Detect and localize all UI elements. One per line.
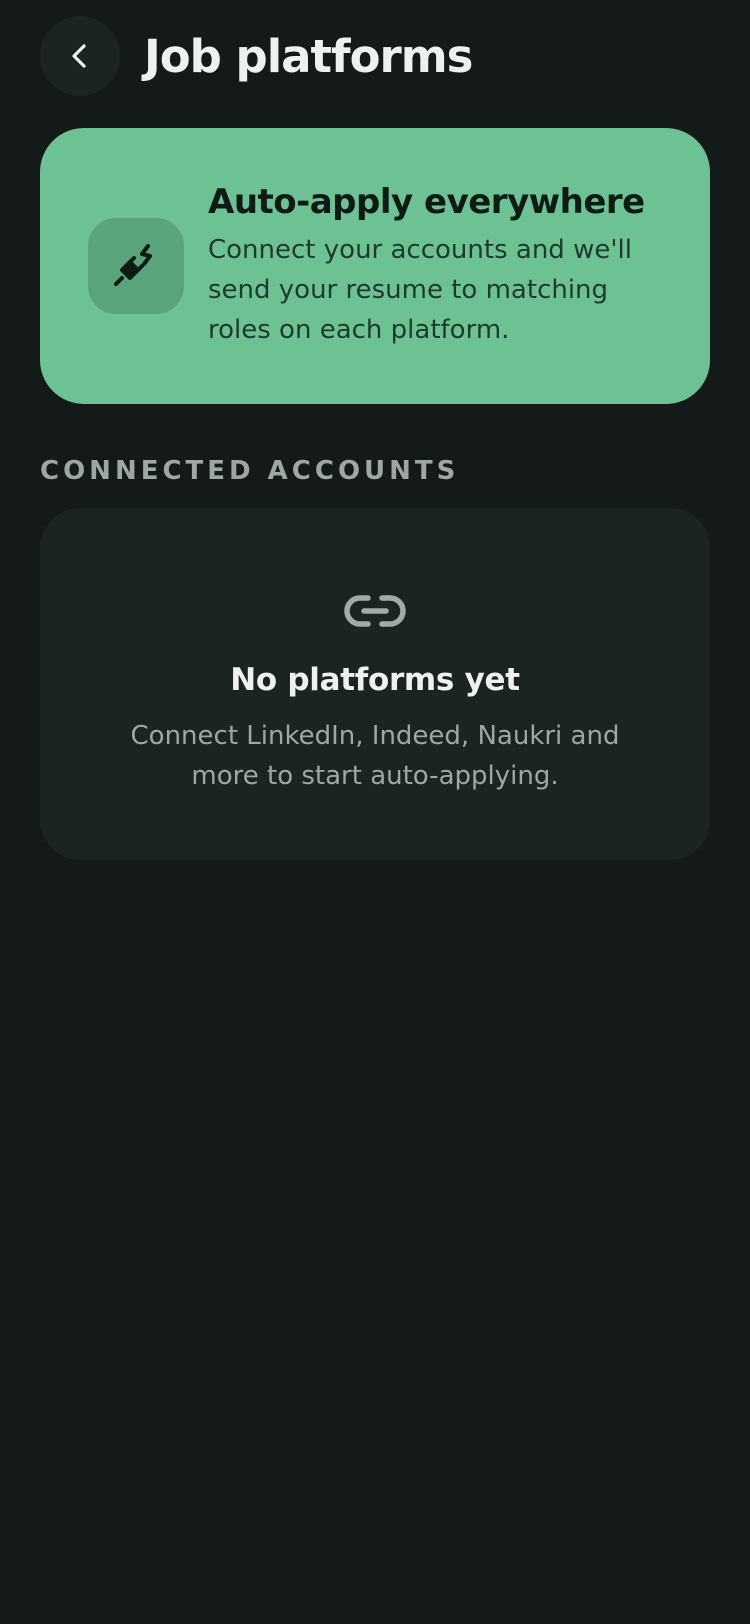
back-button[interactable] xyxy=(40,16,120,96)
page-title: Job platforms xyxy=(144,29,473,83)
plug-icon xyxy=(114,244,152,286)
empty-state-card: No platforms yet Connect LinkedIn, Indee… xyxy=(40,508,710,860)
plug-icon-container xyxy=(88,218,184,314)
empty-state-description: Connect LinkedIn, Indeed, Naukri and mor… xyxy=(130,721,620,791)
auto-apply-banner: Auto-apply everywhere Connect your accou… xyxy=(40,128,710,404)
connected-accounts-label: CONNECTED ACCOUNTS xyxy=(40,456,460,486)
banner-text: Auto-apply everywhere Connect your accou… xyxy=(208,180,678,350)
chevron-left-icon xyxy=(72,44,86,68)
banner-description: Connect your accounts and we'll send you… xyxy=(208,235,632,345)
header: Job platforms xyxy=(40,16,473,96)
link-icon xyxy=(344,595,406,627)
banner-title: Auto-apply everywhere xyxy=(208,182,645,222)
empty-state-title: No platforms yet xyxy=(230,662,520,698)
